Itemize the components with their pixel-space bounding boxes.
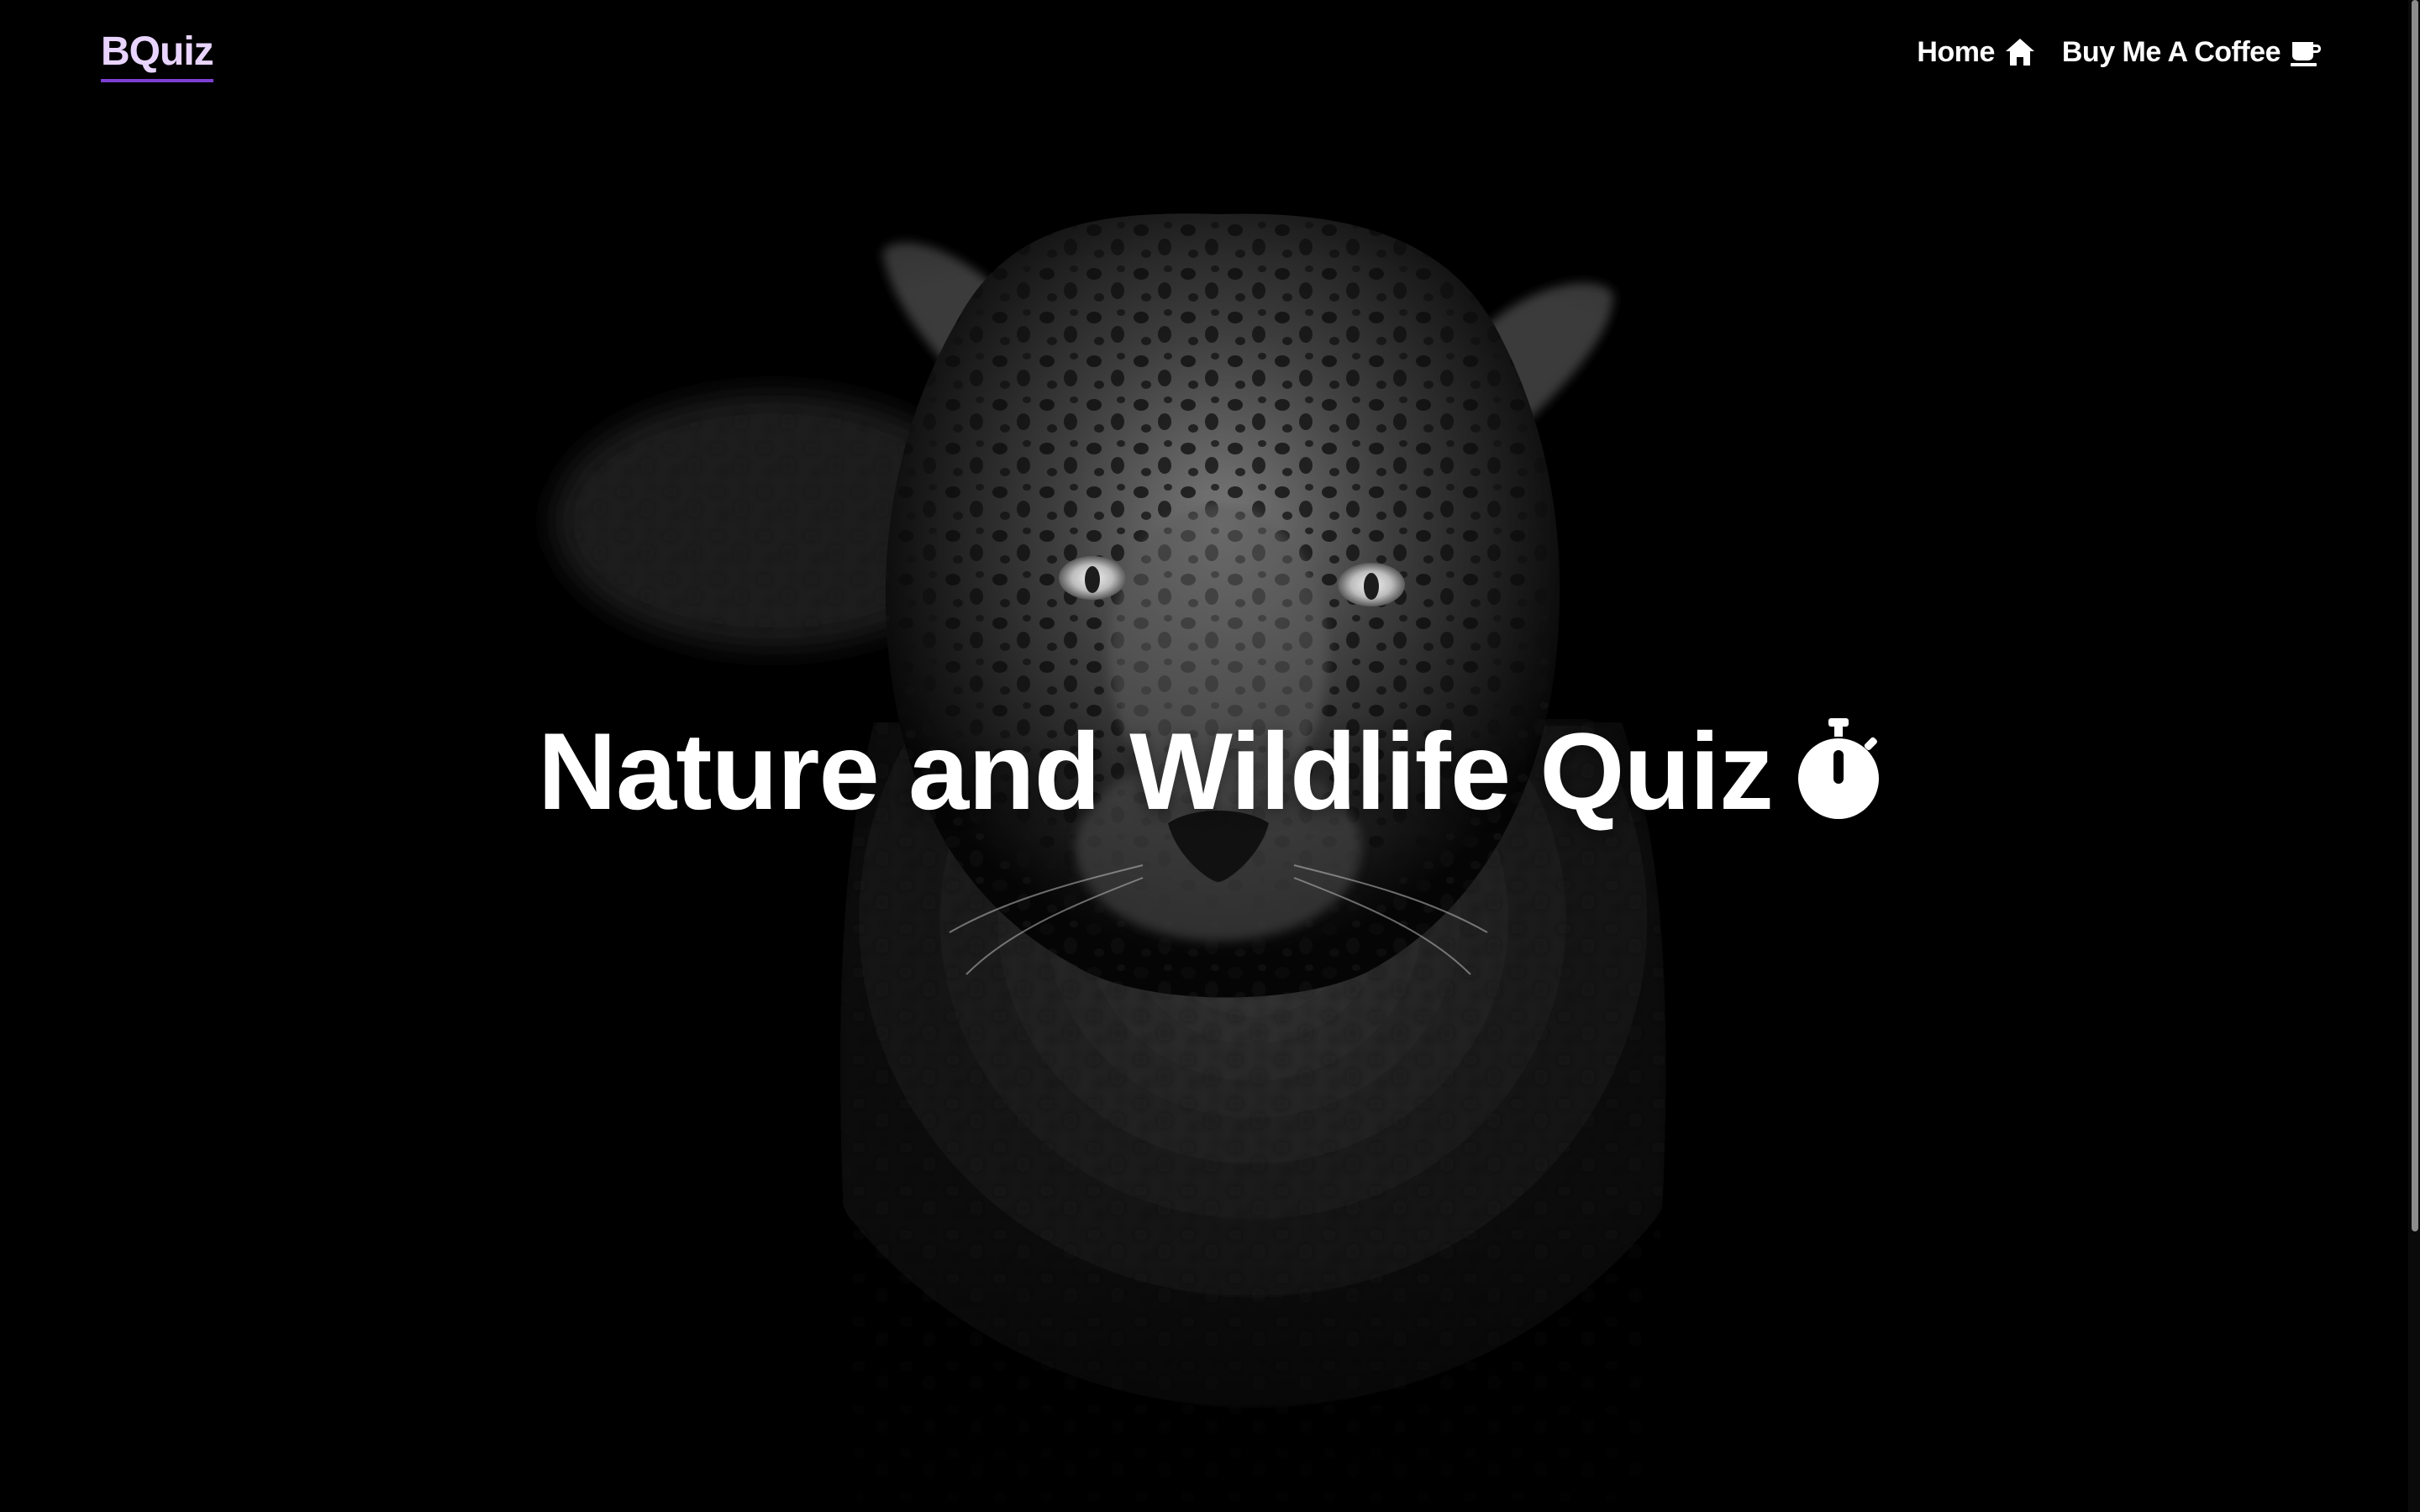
nav-home-link[interactable]: Home	[1917, 32, 2036, 72]
nav-coffee-label: Buy Me A Coffee	[2061, 36, 2281, 68]
nav-links: Home Buy Me A Coffee	[1917, 32, 2323, 72]
nav-home-label: Home	[1917, 36, 1995, 68]
hero-title: Nature and Wildlife Quiz	[0, 712, 2420, 830]
page-scrollbar[interactable]	[2408, 0, 2420, 1512]
coffee-cup-icon	[2291, 42, 2321, 66]
scrollbar-thumb[interactable]	[2412, 0, 2418, 1231]
top-navbar: BQuiz Home Buy Me A Coffee	[0, 0, 2420, 108]
quiz-title: Nature and Wildlife Quiz	[538, 710, 1774, 832]
stopwatch-icon	[1797, 718, 1879, 819]
home-icon	[2005, 39, 2034, 66]
bquiz-logo-link[interactable]: BQuiz	[101, 29, 214, 82]
nav-buy-me-a-coffee-link[interactable]: Buy Me A Coffee	[2062, 32, 2323, 72]
quiz-page: BQuiz Home Buy Me A Coffee Nature and Wi…	[0, 0, 2420, 1512]
